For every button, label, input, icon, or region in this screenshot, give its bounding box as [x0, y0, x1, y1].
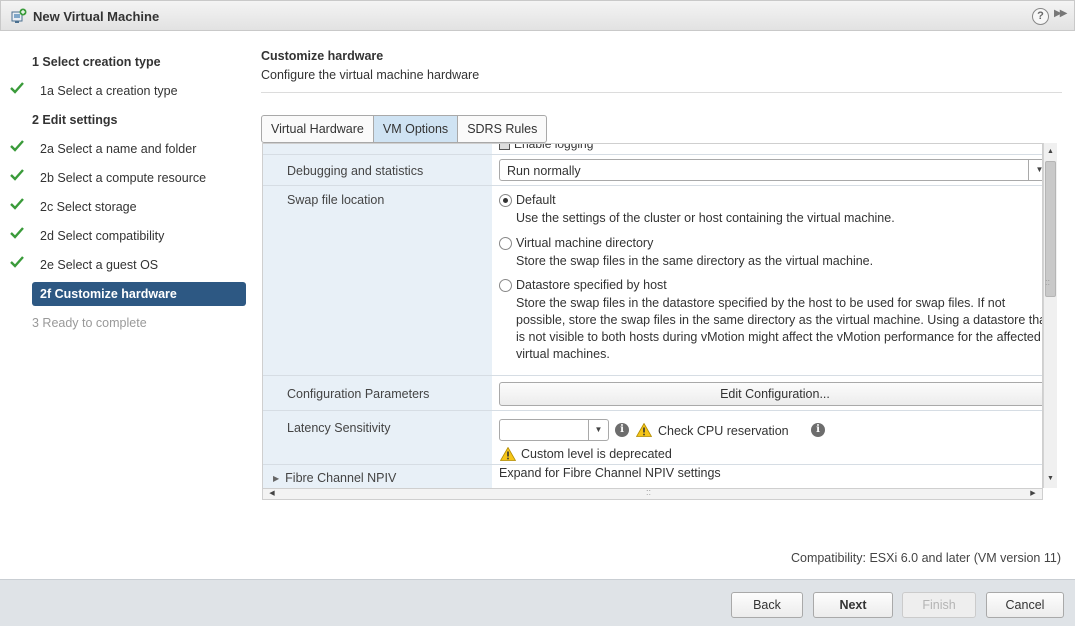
checkmark-icon	[10, 82, 24, 94]
tab-vm-options[interactable]: VM Options	[373, 116, 459, 142]
horizontal-scrollbar[interactable]: ◀ :: ▶	[262, 487, 1043, 500]
compatibility-text: Compatibility: ESXi 6.0 and later (VM ve…	[790, 551, 1061, 565]
title-bar: New Virtual Machine ? ▶▶	[0, 0, 1075, 31]
checkmark-icon	[10, 169, 24, 181]
npiv-label: Fibre Channel NPIV	[285, 471, 397, 485]
radio-description: Store the swap files in the datastore sp…	[516, 296, 1043, 361]
enable-logging-checkbox[interactable]: Enable logging	[499, 143, 594, 151]
scroll-left-icon[interactable]: ◀	[265, 488, 279, 500]
chevron-down-icon: ▼	[588, 420, 608, 440]
debugging-select-value: Run normally	[507, 164, 581, 178]
wizard-step-2f[interactable]: 2f Customize hardware	[32, 282, 246, 306]
help-icon[interactable]: ?	[1032, 8, 1049, 25]
next-button[interactable]: Next	[813, 592, 893, 618]
divider	[261, 92, 1062, 93]
radio-title: Datastore specified by host	[516, 278, 667, 292]
debugging-label: Debugging and statistics	[287, 164, 424, 178]
wizard-step-label: 1 Select creation type	[32, 55, 161, 69]
wizard-step-label: 2e Select a guest OS	[40, 258, 159, 272]
resize-grip-icon[interactable]: ::	[646, 487, 651, 497]
tab-virtual-hardware[interactable]: Virtual Hardware	[262, 116, 374, 142]
wizard-step-2c[interactable]: 2c Select storage	[0, 195, 254, 219]
radio-description: Store the swap files in the same directo…	[516, 254, 874, 268]
radio-title: Virtual machine directory	[516, 236, 654, 250]
footer-left	[0, 580, 254, 626]
page-subtitle: Configure the virtual machine hardware	[261, 68, 480, 82]
config-params-label: Configuration Parameters	[287, 387, 430, 401]
checkmark-icon	[10, 227, 24, 239]
wizard-footer: Back Next Finish Cancel	[0, 579, 1075, 626]
resize-grip-icon[interactable]: ::	[1045, 277, 1050, 287]
wizard-step-label: 2d Select compatibility	[40, 229, 165, 243]
main-content: Customize hardware Configure the virtual…	[254, 31, 1075, 579]
row-divider	[263, 410, 1042, 411]
checkmark-icon	[10, 256, 24, 268]
wizard-step-label: 2a Select a name and folder	[40, 142, 197, 156]
wizard-step-label: 2c Select storage	[40, 200, 137, 214]
row-divider	[263, 464, 1042, 465]
wizard-step-2a[interactable]: 2a Select a name and folder	[0, 137, 254, 161]
scroll-down-icon[interactable]: ▼	[1045, 473, 1056, 485]
radio-title: Default	[516, 193, 556, 207]
row-divider	[263, 375, 1042, 376]
tab-bar: Virtual Hardware VM Options SDRS Rules	[261, 115, 548, 143]
page-title: Customize hardware	[261, 49, 384, 63]
row-divider	[263, 154, 1042, 155]
info-icon[interactable]: i	[615, 423, 629, 437]
scroll-right-icon[interactable]: ▶	[1026, 488, 1040, 500]
swap-location-label: Swap file location	[287, 193, 385, 207]
row-divider	[263, 185, 1042, 186]
edit-configuration-button[interactable]: Edit Configuration...	[499, 382, 1042, 406]
npiv-value: Expand for Fibre Channel NPIV settings	[499, 466, 721, 480]
radio-description: Use the settings of the cluster or host …	[516, 211, 895, 225]
double-chevron-right-icon[interactable]: ▶▶	[1054, 8, 1067, 19]
window-title: New Virtual Machine	[33, 9, 160, 24]
npiv-row-toggle[interactable]: ▶ Fibre Channel NPIV	[273, 471, 396, 485]
deprecated-note: Custom level is deprecated	[521, 447, 672, 461]
new-vm-icon	[11, 8, 27, 23]
wizard-step-3: 3 Ready to complete	[0, 311, 254, 335]
radio-button[interactable]	[499, 237, 512, 250]
latency-label: Latency Sensitivity	[287, 421, 391, 435]
wizard-step-label: 3 Ready to complete	[32, 316, 147, 330]
vertical-scrollbar[interactable]: ▲ ▼	[1043, 143, 1057, 488]
wizard-step-label: 2f Customize hardware	[40, 287, 177, 301]
wizard-step-2: 2 Edit settings	[0, 108, 254, 132]
chevron-down-icon: ▼	[1028, 160, 1042, 180]
cpu-reservation-text: Check CPU reservation	[658, 424, 789, 438]
radio-button[interactable]	[499, 194, 512, 207]
finish-button[interactable]: Finish	[902, 592, 976, 618]
warning-icon	[500, 447, 516, 461]
checkmark-icon	[10, 198, 24, 210]
warning-icon	[636, 423, 652, 437]
wizard-step-label: 2b Select a compute resource	[40, 171, 207, 185]
expand-triangle-icon: ▶	[273, 474, 280, 483]
cancel-button[interactable]: Cancel	[986, 592, 1064, 618]
wizard-step-1: 1 Select creation type	[0, 50, 254, 74]
wizard-step-label: 1a Select a creation type	[40, 84, 178, 98]
radio-button[interactable]	[499, 279, 512, 292]
wizard-step-2d[interactable]: 2d Select compatibility	[0, 224, 254, 248]
checkmark-icon	[10, 140, 24, 152]
wizard-step-2b[interactable]: 2b Select a compute resource	[0, 166, 254, 190]
back-button[interactable]: Back	[731, 592, 803, 618]
checkbox-box	[499, 144, 510, 151]
debugging-select[interactable]: Run normally ▼	[499, 159, 1042, 181]
tab-sdrs-rules[interactable]: SDRS Rules	[458, 116, 546, 142]
settings-grid: Enable logging Debugging and statistics …	[262, 143, 1043, 500]
checkbox-label: Enable logging	[514, 143, 594, 151]
wizard-step-1a[interactable]: 1a Select a creation type	[0, 79, 254, 103]
latency-select[interactable]: ▼	[499, 419, 609, 441]
wizard-step-label: 2 Edit settings	[32, 113, 118, 127]
wizard-step-2e[interactable]: 2e Select a guest OS	[0, 253, 254, 277]
wizard-nav: 1 Select creation type 1a Select a creat…	[0, 31, 254, 579]
info-icon[interactable]: i	[811, 423, 825, 437]
scroll-up-icon[interactable]: ▲	[1045, 146, 1056, 158]
